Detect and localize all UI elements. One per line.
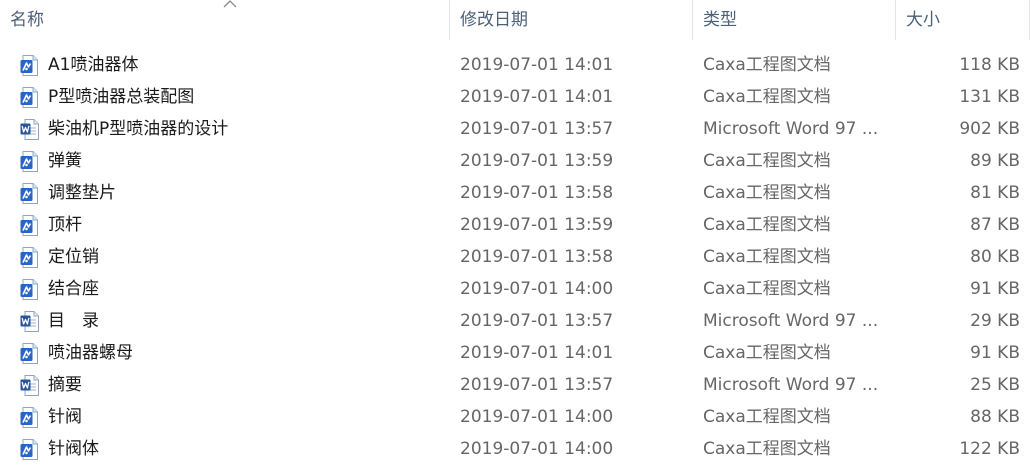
file-type: Microsoft Word 97 ... [703, 119, 879, 139]
file-name: 定位销 [48, 247, 99, 267]
file-type: Microsoft Word 97 ... [703, 375, 879, 395]
file-name: 目 录 [48, 311, 99, 331]
column-header-size-label: 大小 [906, 10, 940, 30]
word-document-icon [20, 311, 40, 332]
file-size: 25 KB [970, 375, 1020, 395]
file-row[interactable]: 调整垫片 2019-07-01 13:58 Caxa工程图文档 81 KB [0, 177, 1036, 209]
file-type: Caxa工程图文档 [703, 279, 831, 299]
column-header-size[interactable]: 大小 [896, 0, 1030, 40]
file-size: 87 KB [970, 215, 1020, 235]
file-name: 调整垫片 [48, 183, 116, 203]
column-header-bar: 名称 修改日期 类型 大小 [0, 0, 1036, 40]
column-header-name[interactable]: 名称 [0, 0, 450, 40]
file-date: 2019-07-01 14:00 [460, 407, 614, 427]
file-size: 91 KB [970, 343, 1020, 363]
file-row[interactable]: P型喷油器总装配图 2019-07-01 14:01 Caxa工程图文档 131… [0, 81, 1036, 113]
file-size: 80 KB [970, 247, 1020, 267]
file-size: 122 KB [959, 439, 1020, 459]
caxa-drawing-icon [20, 183, 40, 204]
file-name: 针阀 [48, 407, 82, 427]
file-date: 2019-07-01 14:01 [460, 55, 614, 75]
file-date: 2019-07-01 13:59 [460, 215, 614, 235]
file-row[interactable]: 针阀体 2019-07-01 14:00 Caxa工程图文档 122 KB [0, 433, 1036, 465]
file-date: 2019-07-01 14:00 [460, 439, 614, 459]
file-row[interactable]: 喷油器螺母 2019-07-01 14:01 Caxa工程图文档 91 KB [0, 337, 1036, 369]
file-size: 29 KB [970, 311, 1020, 331]
file-row[interactable]: 针阀 2019-07-01 14:00 Caxa工程图文档 88 KB [0, 401, 1036, 433]
file-name: P型喷油器总装配图 [48, 87, 195, 107]
file-size: 118 KB [959, 55, 1020, 75]
file-row[interactable]: 定位销 2019-07-01 13:58 Caxa工程图文档 80 KB [0, 241, 1036, 273]
caxa-drawing-icon [20, 87, 40, 108]
column-header-date[interactable]: 修改日期 [450, 0, 693, 40]
caxa-drawing-icon [20, 215, 40, 236]
file-type: Caxa工程图文档 [703, 55, 831, 75]
column-header-type[interactable]: 类型 [693, 0, 896, 40]
file-size: 81 KB [970, 183, 1020, 203]
file-date: 2019-07-01 14:01 [460, 87, 614, 107]
file-date: 2019-07-01 13:59 [460, 151, 614, 171]
caxa-drawing-icon [20, 247, 40, 268]
file-date: 2019-07-01 13:57 [460, 119, 614, 139]
caxa-drawing-icon [20, 279, 40, 300]
file-size: 89 KB [970, 151, 1020, 171]
file-name: A1喷油器体 [48, 55, 139, 75]
caxa-drawing-icon [20, 343, 40, 364]
file-size: 88 KB [970, 407, 1020, 427]
file-type: Caxa工程图文档 [703, 215, 831, 235]
file-type: Caxa工程图文档 [703, 247, 831, 267]
file-row[interactable]: 摘要 2019-07-01 13:57 Microsoft Word 97 ..… [0, 369, 1036, 401]
column-header-type-label: 类型 [703, 10, 737, 30]
caxa-drawing-icon [20, 55, 40, 76]
file-type: Caxa工程图文档 [703, 87, 831, 107]
file-size: 131 KB [959, 87, 1020, 107]
file-size: 91 KB [970, 279, 1020, 299]
file-row[interactable]: 弹簧 2019-07-01 13:59 Caxa工程图文档 89 KB [0, 145, 1036, 177]
file-date: 2019-07-01 14:01 [460, 343, 614, 363]
file-name: 结合座 [48, 279, 99, 299]
file-type: Caxa工程图文档 [703, 439, 831, 459]
file-name: 顶杆 [48, 215, 82, 235]
file-row[interactable]: 结合座 2019-07-01 14:00 Caxa工程图文档 91 KB [0, 273, 1036, 305]
caxa-drawing-icon [20, 151, 40, 172]
column-header-date-label: 修改日期 [460, 10, 528, 30]
file-name: 摘要 [48, 375, 82, 395]
file-type: Caxa工程图文档 [703, 183, 831, 203]
file-name: 柴油机P型喷油器的设计 [48, 119, 229, 139]
file-row[interactable]: 顶杆 2019-07-01 13:59 Caxa工程图文档 87 KB [0, 209, 1036, 241]
file-date: 2019-07-01 13:58 [460, 183, 614, 203]
file-type: Caxa工程图文档 [703, 151, 831, 171]
caxa-drawing-icon [20, 407, 40, 428]
file-date: 2019-07-01 14:00 [460, 279, 614, 299]
word-document-icon [20, 375, 40, 396]
file-row[interactable]: 目 录 2019-07-01 13:57 Microsoft Word 97 .… [0, 305, 1036, 337]
file-row[interactable]: A1喷油器体 2019-07-01 14:01 Caxa工程图文档 118 KB [0, 49, 1036, 81]
sort-ascending-icon [223, 0, 237, 8]
file-name: 喷油器螺母 [48, 343, 133, 363]
file-type: Microsoft Word 97 ... [703, 311, 879, 331]
file-date: 2019-07-01 13:58 [460, 247, 614, 267]
word-document-icon [20, 119, 40, 140]
caxa-drawing-icon [20, 439, 40, 460]
file-type: Caxa工程图文档 [703, 407, 831, 427]
column-header-name-label: 名称 [10, 10, 44, 30]
file-rows: A1喷油器体 2019-07-01 14:01 Caxa工程图文档 118 KB… [0, 49, 1036, 465]
file-date: 2019-07-01 13:57 [460, 375, 614, 395]
file-date: 2019-07-01 13:57 [460, 311, 614, 331]
file-list-view: 名称 修改日期 类型 大小 A1喷油器体 2019-07-01 14:01 Ca… [0, 0, 1036, 474]
file-name: 针阀体 [48, 439, 99, 459]
file-row[interactable]: 柴油机P型喷油器的设计 2019-07-01 13:57 Microsoft W… [0, 113, 1036, 145]
file-size: 902 KB [959, 119, 1020, 139]
file-name: 弹簧 [48, 151, 82, 171]
file-type: Caxa工程图文档 [703, 343, 831, 363]
